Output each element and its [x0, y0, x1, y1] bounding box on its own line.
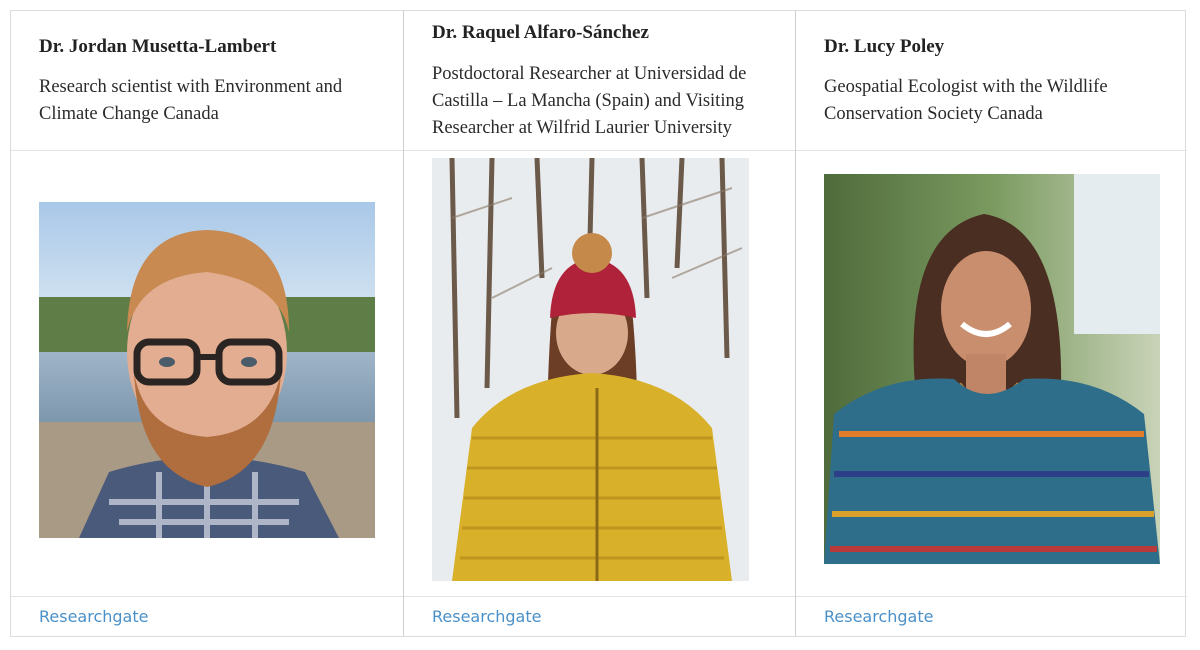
researchgate-link[interactable]: Researchgate — [39, 607, 148, 626]
person-name: Dr. Lucy Poley — [824, 36, 945, 57]
divider — [796, 596, 1187, 597]
person-description: Geospatial Ecologist with the Wildlife C… — [824, 77, 1108, 124]
person-card-raquel: Dr. Raquel Alfaro-Sánchez Postdoctoral R… — [403, 11, 795, 636]
person-name: Dr. Jordan Musetta-Lambert — [39, 36, 277, 57]
divider — [11, 150, 403, 151]
person-card-lucy: Dr. Lucy Poley Geospatial Ecologist with… — [795, 11, 1187, 636]
person-photo — [39, 202, 375, 538]
divider — [404, 596, 795, 597]
person-description: Postdoctoral Researcher at Universidad d… — [432, 64, 747, 138]
person-photo — [432, 158, 749, 581]
divider — [11, 596, 403, 597]
divider — [796, 150, 1187, 151]
person-name: Dr. Raquel Alfaro-Sánchez — [432, 22, 649, 43]
researchgate-link[interactable]: Researchgate — [824, 607, 933, 626]
person-description: Research scientist with Environment and … — [39, 77, 343, 124]
person-card-jordan: Dr. Jordan Musetta-Lambert Research scie… — [11, 11, 403, 636]
divider — [404, 150, 795, 151]
person-photo — [824, 174, 1160, 564]
researchgate-link[interactable]: Researchgate — [432, 607, 541, 626]
team-grid: Dr. Jordan Musetta-Lambert Research scie… — [10, 10, 1187, 637]
